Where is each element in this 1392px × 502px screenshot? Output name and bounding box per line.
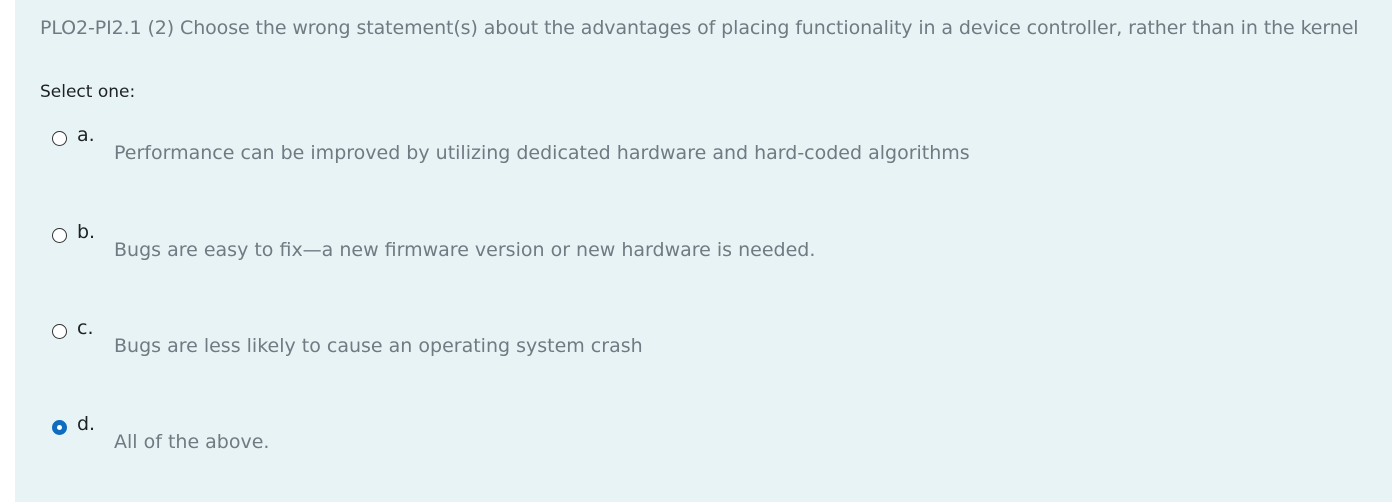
radio-option-c[interactable] <box>52 324 67 339</box>
option-d-letter: d. <box>77 413 96 435</box>
option-c-letter: c. <box>77 317 94 339</box>
option-d[interactable]: d. All of the above. <box>15 413 1315 473</box>
radio-option-d[interactable] <box>52 420 67 435</box>
option-a[interactable]: a. Performance can be improved by utiliz… <box>15 124 1315 184</box>
radio-option-a[interactable] <box>52 131 67 146</box>
option-d-text[interactable]: All of the above. <box>114 431 269 453</box>
question-panel: PLO2-PI2.1 (2) Choose the wrong statemen… <box>15 0 1392 502</box>
option-b-letter: b. <box>77 221 96 243</box>
option-c[interactable]: c. Bugs are less likely to cause an oper… <box>15 317 1315 377</box>
option-b[interactable]: b. Bugs are easy to fix—a new firmware v… <box>15 221 1315 281</box>
select-one-prompt: Select one: <box>40 82 136 102</box>
option-b-text[interactable]: Bugs are easy to fix—a new firmware vers… <box>114 239 815 261</box>
option-a-letter: a. <box>77 124 95 146</box>
option-a-text[interactable]: Performance can be improved by utilizing… <box>114 142 970 164</box>
question-text: PLO2-PI2.1 (2) Choose the wrong statemen… <box>40 17 1359 39</box>
option-c-text[interactable]: Bugs are less likely to cause an operati… <box>114 335 643 357</box>
radio-option-b[interactable] <box>52 228 67 243</box>
